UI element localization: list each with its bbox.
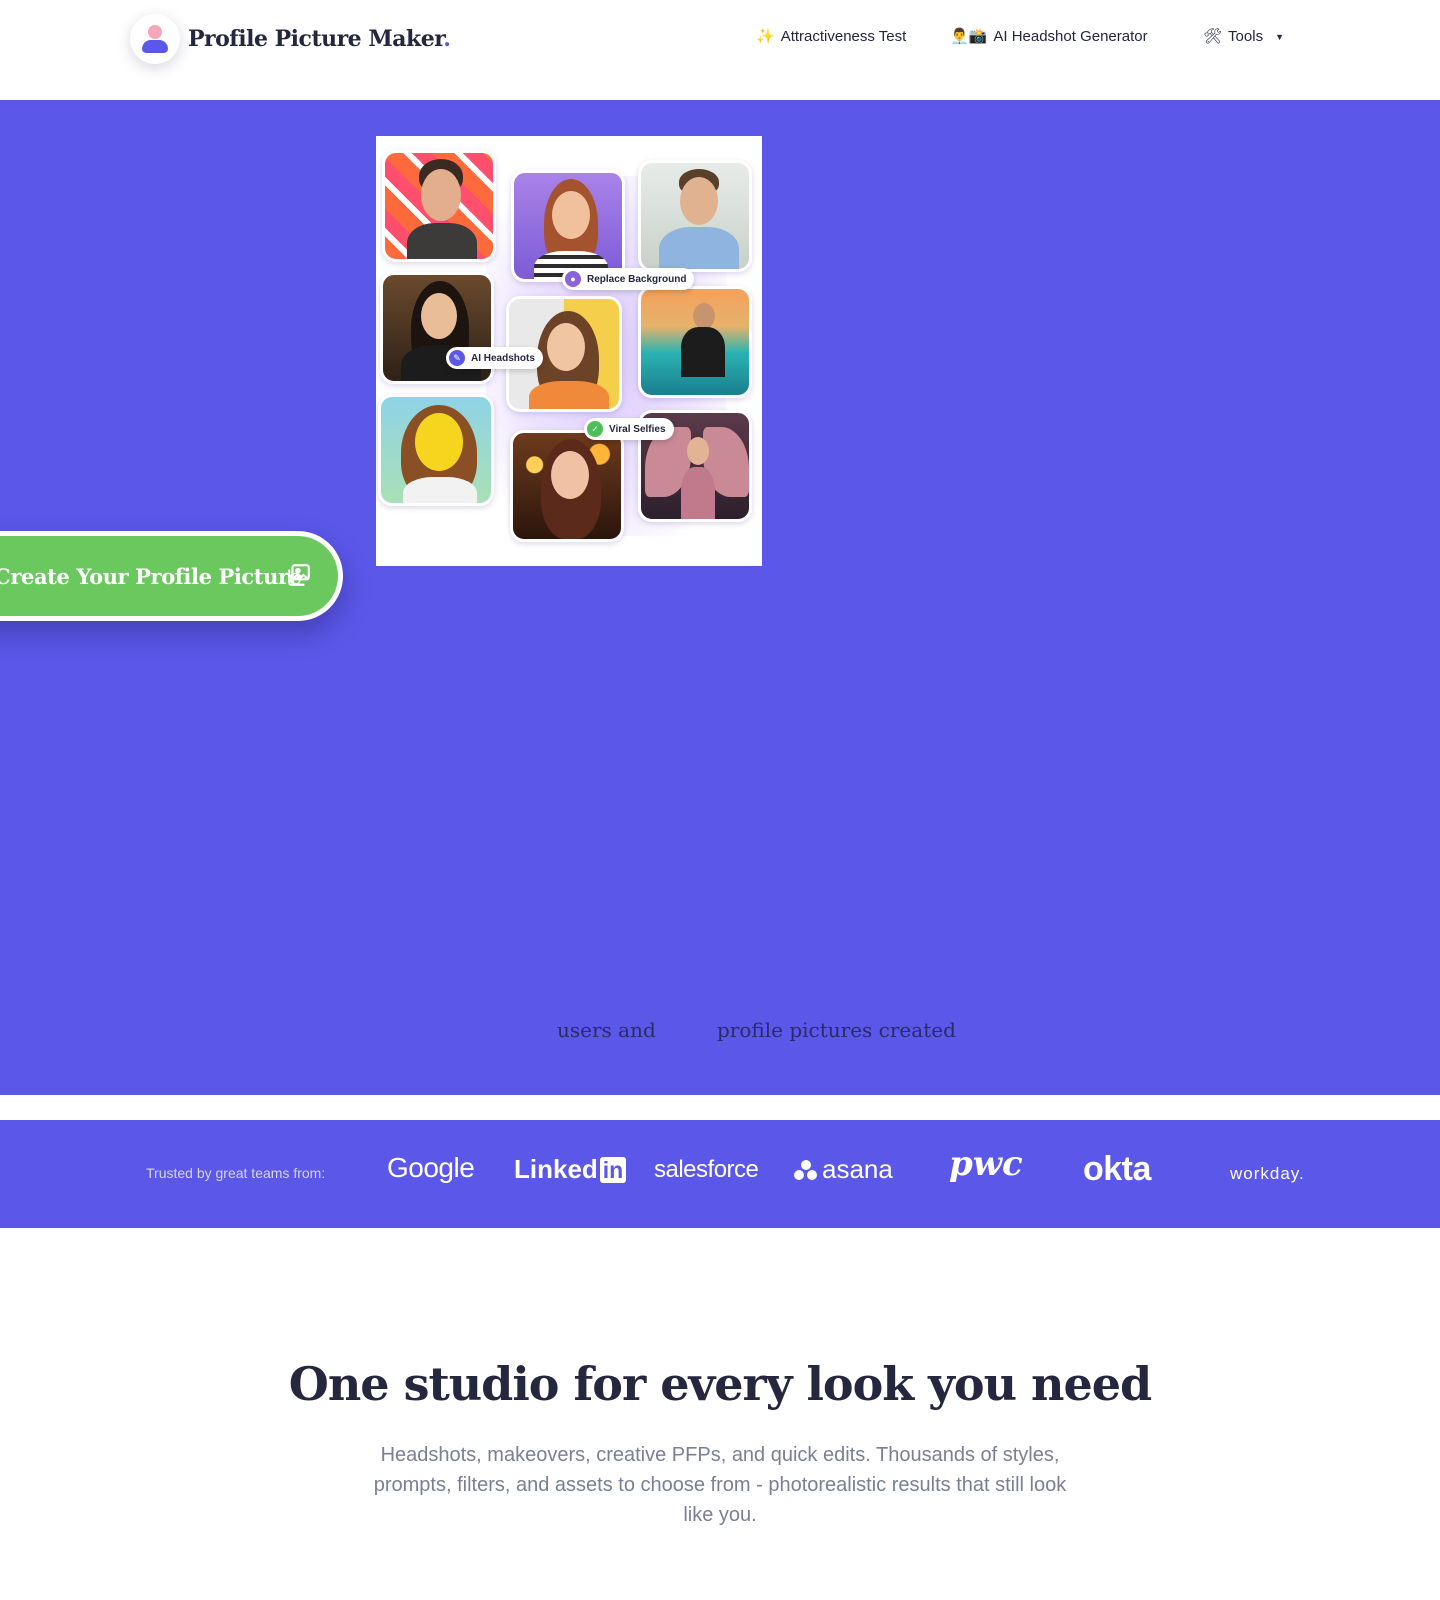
hero-collage-image: ● Replace Background ✎ AI Headshots ✓ Vi… xyxy=(376,136,762,566)
nav-label: AI Headshot Generator xyxy=(993,28,1148,45)
image-gallery-icon xyxy=(288,564,310,586)
caret-down-icon: ▼ xyxy=(1275,31,1284,42)
collage-photo xyxy=(382,150,496,262)
linkedin-logo: Linked in xyxy=(514,1154,627,1185)
replace-background-icon: ● xyxy=(565,271,581,287)
collage-photo xyxy=(638,160,752,272)
logo[interactable]: Profile Picture Maker. xyxy=(130,14,451,64)
workday-logo: workday. xyxy=(1230,1164,1305,1183)
collage-photo xyxy=(511,170,625,282)
site-header: Profile Picture Maker. ✨ Attractiveness … xyxy=(0,0,1440,100)
logo-avatar-icon xyxy=(130,14,180,64)
asana-dots-icon xyxy=(794,1159,818,1181)
sparkles-icon: ✨ xyxy=(756,28,775,45)
nav-ai-headshot-generator[interactable]: 👨‍💼📸 AI Headshot Generator xyxy=(950,28,1148,45)
asana-logo: asana xyxy=(794,1154,893,1185)
collage-photo xyxy=(510,430,624,542)
hero-section: ● Replace Background ✎ AI Headshots ✓ Vi… xyxy=(0,100,1440,1095)
tools-icon: 🛠 xyxy=(1203,28,1223,45)
stats-pictures-text: profile pictures created xyxy=(717,1018,956,1042)
viral-selfies-icon: ✓ xyxy=(587,421,603,437)
okta-logo: okta xyxy=(1083,1150,1151,1188)
nav-label: Tools xyxy=(1228,28,1264,45)
nav-tools-dropdown[interactable]: 🛠 Tools ▼ xyxy=(1203,28,1284,45)
stats-users-text: users and xyxy=(557,1018,656,1042)
trusted-label: Trusted by great teams from: xyxy=(146,1165,326,1181)
trusted-by-strip: Trusted by great teams from: Google Link… xyxy=(0,1120,1440,1228)
collage-photo xyxy=(378,394,494,506)
headshot-icon: 👨‍💼📸 xyxy=(950,28,988,45)
collage-photo xyxy=(638,286,752,398)
logo-text: Profile Picture Maker. xyxy=(188,26,451,52)
create-profile-picture-button[interactable]: Create Your Profile Picture xyxy=(0,531,343,621)
pwc-logo: pwc xyxy=(949,1144,1023,1184)
features-title: One studio for every look you need xyxy=(288,1357,1152,1411)
replace-background-badge: ● Replace Background xyxy=(562,268,695,290)
cta-label: Create Your Profile Picture xyxy=(0,563,302,589)
salesforce-logo: salesforce xyxy=(654,1156,759,1183)
features-subtitle: Headshots, makeovers, creative PFPs, and… xyxy=(373,1444,1067,1526)
viral-selfies-badge: ✓ Viral Selfies xyxy=(584,418,674,440)
google-logo: Google xyxy=(387,1152,475,1183)
nav-label: Attractiveness Test xyxy=(780,28,907,45)
ai-headshots-icon: ✎ xyxy=(449,350,465,366)
nav-attractiveness-test[interactable]: ✨ Attractiveness Test xyxy=(756,28,906,45)
ai-headshots-badge: ✎ AI Headshots xyxy=(446,347,543,369)
